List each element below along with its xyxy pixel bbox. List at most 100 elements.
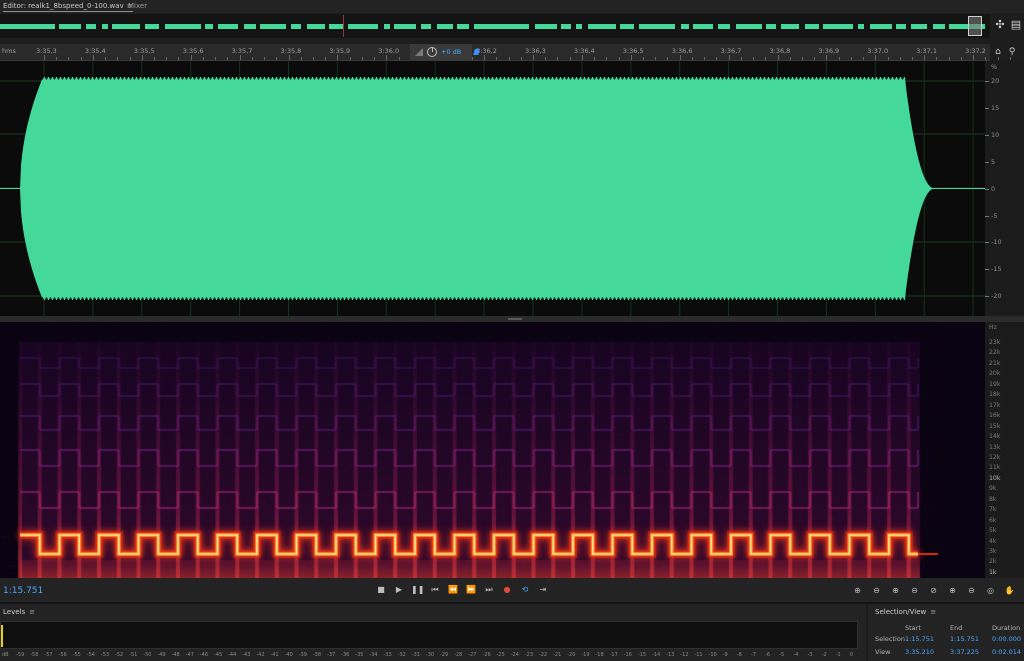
zoom-selection-icon[interactable]: ◎	[984, 584, 997, 597]
frequency-label: 4k	[989, 537, 997, 545]
overview-wave-segment	[291, 24, 301, 29]
view-end[interactable]: 3:37.225	[950, 648, 979, 656]
zoom-out-full-time-icon[interactable]: ⊘	[927, 584, 940, 597]
amplitude-tick	[985, 107, 989, 109]
level-scale-label: -27	[468, 652, 477, 658]
overview-wave-segment	[145, 24, 159, 29]
zoom-out-time-icon[interactable]: ⊖	[908, 584, 921, 597]
overview-wave-segment	[911, 24, 927, 29]
zoom-in-at-end-icon[interactable]: ⊖	[965, 584, 978, 597]
volume-readout[interactable]: +0 dB	[441, 48, 461, 56]
waveform-display[interactable]	[0, 61, 985, 316]
overview-wave-segment	[0, 24, 55, 29]
view-duration[interactable]: 0:02.014	[992, 648, 1021, 656]
tab-editor[interactable]: Editor: realk1_8bspeed_0-100.wav ≡	[3, 2, 133, 12]
pause-button[interactable]: ❚❚	[411, 584, 424, 596]
stop-button[interactable]: ■	[375, 584, 387, 596]
selection-duration[interactable]: 0:00.000	[992, 635, 1021, 643]
ruler-minor-tick	[557, 57, 559, 60]
spectrogram	[0, 322, 985, 578]
overview-wave-segment	[561, 24, 571, 29]
selection-end[interactable]: 1:15.751	[950, 635, 979, 643]
ruler-tick	[924, 55, 926, 60]
ruler-tick	[581, 55, 583, 60]
level-scale-label: -57	[44, 652, 53, 658]
overview-wave-segment	[693, 24, 713, 29]
ruler-minor-tick	[227, 57, 229, 60]
panel-tab-bar: Editor: realk1_8bspeed_0-100.wav ≡ Mixer	[0, 0, 1024, 13]
hand-tool-icon[interactable]: ✋	[1003, 584, 1016, 597]
hud-volume-control[interactable]: +0 dB	[410, 44, 472, 61]
divider-grip[interactable]	[508, 318, 522, 320]
ruler-tick-label: 3:36,3	[525, 47, 546, 55]
view-row-label: View	[875, 648, 891, 656]
overview-navigator[interactable]	[0, 14, 990, 38]
go-to-start-button[interactable]: ⏮	[429, 584, 441, 596]
ruler-tick	[386, 55, 388, 60]
level-scale-label: -42	[256, 652, 265, 658]
level-meter[interactable]	[0, 621, 858, 649]
skip-selection-button[interactable]: ⇥	[537, 584, 549, 596]
level-scale-label: -16	[623, 652, 632, 658]
view-start[interactable]: 3:35.210	[905, 648, 934, 656]
selection-start[interactable]: 1:15.751	[905, 635, 934, 643]
go-to-end-button[interactable]: ⏭	[483, 584, 495, 596]
ruler-tick-label: 3:35,4	[84, 47, 106, 55]
zoom-out-full-icon[interactable]: ✣	[993, 18, 1007, 32]
tab-editor-label: Editor: realk1_8bspeed_0-100.wav	[3, 2, 124, 10]
frequency-label: 11k	[989, 464, 1001, 472]
selection-view-menu-icon[interactable]: ≡	[930, 608, 936, 616]
ruler-minor-tick	[814, 57, 816, 60]
end-header: End	[950, 624, 963, 632]
loop-playback-button[interactable]: ⟲	[519, 584, 531, 596]
record-button[interactable]: ●	[501, 584, 513, 596]
ruler-minor-tick	[300, 57, 302, 60]
spectral-frequency-display[interactable]	[0, 322, 985, 578]
levels-title-text: Levels	[3, 608, 26, 616]
fast-forward-button[interactable]: ⏩	[465, 584, 477, 596]
amplitude-label: -15	[991, 265, 1002, 274]
overview-view-range-handle[interactable]	[968, 16, 982, 36]
ruler-minor-tick	[899, 57, 901, 60]
zoom-fit-icon[interactable]: ⌂	[993, 47, 1003, 57]
frequency-label: 6k	[989, 516, 997, 524]
time-ruler[interactable]: hms 3:35,3 3:35,4 3:35,5 3:35,6 3:35,7 3:35,8…	[0, 44, 1011, 61]
level-scale-label: -2	[821, 652, 827, 658]
volume-knob[interactable]	[427, 47, 437, 57]
panel-menu-icon[interactable]: ▤	[1009, 18, 1023, 32]
level-scale-label: -19	[581, 652, 590, 658]
zoom-out-amplitude-icon[interactable]: ⊖	[870, 584, 883, 597]
tab-mixer[interactable]: Mixer	[128, 2, 147, 10]
levels-panel: Levels ≡ dB -59 -58 -57 -56 -55 -54 -53 -52 -51 -50…	[0, 604, 866, 661]
level-scale-label: -49	[157, 652, 166, 658]
ruler-tick-label: 3:37,1	[916, 47, 937, 55]
level-scale-label: -59	[16, 652, 25, 658]
zoom-in-time-icon[interactable]: ⊕	[889, 584, 902, 597]
ruler-tick	[777, 55, 779, 60]
pin-icon[interactable]: ⚲	[1007, 47, 1017, 57]
ruler-minor-tick	[691, 57, 693, 60]
level-scale-label: -17	[609, 652, 618, 658]
ruler-minor-tick	[643, 57, 645, 60]
frequency-label: 7k	[989, 506, 997, 514]
ruler-minor-tick	[740, 57, 742, 60]
current-time-display[interactable]: 1:15.751	[3, 586, 43, 596]
level-scale-label: -52	[115, 652, 124, 658]
frequency-label: 10k	[989, 474, 1001, 482]
level-scale-label: -13	[666, 652, 675, 658]
overview-wave-segment	[736, 24, 762, 29]
frequency-label: 2k	[989, 558, 997, 566]
levels-menu-icon[interactable]: ≡	[29, 608, 35, 616]
zoom-in-at-start-icon[interactable]: ⊕	[946, 584, 959, 597]
overview-wave-segment	[805, 24, 819, 29]
amplitude-tick	[985, 188, 989, 190]
play-button[interactable]: ▶	[393, 584, 405, 596]
rewind-button[interactable]: ⏪	[447, 584, 459, 596]
ruler-minor-tick	[594, 57, 596, 60]
frequency-label: 14k	[989, 433, 1001, 441]
level-scale-label: -50	[143, 652, 152, 658]
overview-wave-segment	[348, 24, 378, 29]
ruler-tick-label: 3:35,7	[231, 47, 253, 55]
ruler-tick	[875, 55, 877, 60]
zoom-in-amplitude-icon[interactable]: ⊕	[851, 584, 864, 597]
